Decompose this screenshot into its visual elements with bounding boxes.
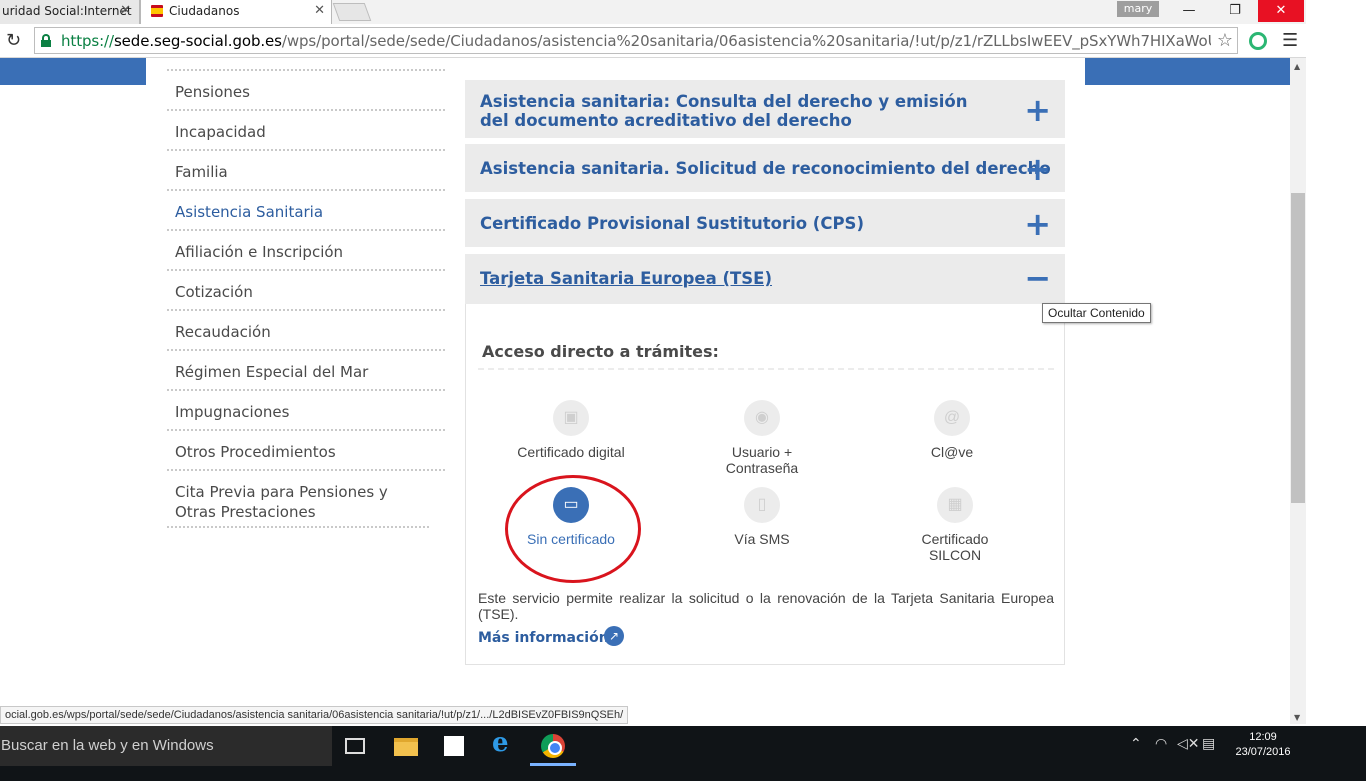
sidebar-item-incapacidad[interactable]: Incapacidad (167, 122, 445, 151)
wifi-icon[interactable]: ◠ (1155, 736, 1167, 752)
lock-icon (41, 34, 51, 47)
accordion-tse[interactable]: Tarjeta Sanitaria Europea (TSE) − (465, 254, 1065, 304)
sidebar-item-pensiones[interactable]: Pensiones (167, 82, 445, 111)
option-sin-certificado[interactable]: ▭ Sin certificado (511, 487, 631, 547)
sidebar-item-regimen-mar[interactable]: Régimen Especial del Mar (167, 362, 445, 391)
tab-strip: uridad Social:Internet ✕ Ciudadanos ✕ ma… (0, 0, 1306, 24)
window-margin (1306, 0, 1366, 726)
option-label: Certificado SILCON (921, 531, 989, 563)
option-certificado-silcon[interactable]: ▦ Certificado SILCON (895, 487, 1015, 563)
header-band (1085, 58, 1290, 85)
option-via-sms[interactable]: ▯ Vía SMS (702, 487, 822, 547)
sidebar-item-afiliacion[interactable]: Afiliación e Inscripción (167, 242, 445, 271)
option-clave[interactable]: @ Cl@ve (892, 400, 1012, 460)
taskbar-search-input[interactable]: Buscar en la web y en Windows (0, 726, 332, 766)
certificate-icon: ▣ (553, 400, 589, 436)
menu-icon[interactable]: ☰ (1282, 30, 1298, 51)
expand-icon[interactable]: + (1024, 208, 1051, 240)
tab-ciudadanos[interactable]: Ciudadanos ✕ (140, 0, 332, 24)
task-view-icon[interactable] (345, 738, 365, 754)
chrome-icon[interactable] (541, 734, 565, 758)
header-band (0, 58, 146, 85)
scroll-up-arrow-icon[interactable]: ▲ (1294, 62, 1300, 71)
expand-icon[interactable]: + (1024, 153, 1051, 185)
bookmark-star-icon[interactable]: ☆ (1217, 30, 1233, 51)
browser-toolbar: ↻ https://sede.seg-social.gob.es/wps/por… (0, 24, 1306, 58)
accordion-title[interactable]: Asistencia sanitaria. Solicitud de recon… (480, 159, 1051, 178)
option-certificado-digital[interactable]: ▣ Certificado digital (511, 400, 631, 460)
new-tab-button[interactable] (332, 3, 372, 21)
scroll-down-arrow-icon[interactable]: ▼ (1294, 713, 1300, 722)
option-label: Certificado digital (517, 444, 625, 460)
chevron-up-icon[interactable]: ⌃ (1130, 736, 1142, 752)
volume-mute-icon[interactable]: ◁✕ (1177, 736, 1200, 752)
status-bar: ocial.gob.es/wps/portal/sede/sede/Ciudad… (0, 706, 629, 724)
option-label: Usuario + Contraseña (725, 444, 799, 476)
address-bar[interactable]: https://sede.seg-social.gob.es/wps/porta… (34, 27, 1238, 54)
laptop-icon: ▭ (553, 487, 589, 523)
accordion-consulta-derecho[interactable]: Asistencia sanitaria: Consulta del derec… (465, 80, 1065, 138)
profile-badge[interactable]: mary (1117, 1, 1159, 17)
option-label: Vía SMS (734, 531, 790, 547)
divider (478, 368, 1054, 370)
close-window-button[interactable]: ✕ (1258, 0, 1304, 22)
user-lock-icon: ◉ (744, 400, 780, 436)
accordion-tse-content: Acceso directo a trámites: ▣ Certificado… (465, 304, 1065, 665)
page-viewport: Pensiones Incapacidad Familia Asistencia… (0, 58, 1290, 706)
expand-icon[interactable]: + (1024, 94, 1051, 126)
tab-title: Ciudadanos (169, 4, 240, 18)
at-sign-icon: @ (934, 400, 970, 436)
close-icon[interactable]: ✕ (314, 0, 325, 22)
clock[interactable]: 12:09 23/07/2016 (1228, 730, 1298, 760)
reload-icon[interactable]: ↻ (6, 30, 21, 51)
tab-title: uridad Social:Internet (2, 4, 132, 18)
service-description: Este servicio permite realizar la solici… (478, 590, 1054, 622)
accordion-solicitud-reconocimiento[interactable]: Asistencia sanitaria. Solicitud de recon… (465, 144, 1065, 192)
scrollbar[interactable]: ▲ ▼ (1290, 58, 1306, 724)
store-icon[interactable] (444, 736, 464, 756)
collapse-icon[interactable]: − (1024, 262, 1051, 294)
tab-seguridad-social[interactable]: uridad Social:Internet ✕ (0, 0, 140, 24)
minimize-button[interactable]: — (1166, 0, 1212, 22)
phone-icon: ▯ (744, 487, 780, 523)
access-heading: Acceso directo a trámites: (482, 342, 719, 361)
close-icon[interactable]: ✕ (120, 0, 131, 22)
option-label: Sin certificado (527, 531, 615, 547)
sidebar-item-otros[interactable]: Otros Procedimientos (167, 442, 445, 471)
url-text[interactable]: https://sede.seg-social.gob.es/wps/porta… (61, 32, 1211, 50)
sidebar-item-recaudacion[interactable]: Recaudación (167, 322, 445, 351)
accordion-cps[interactable]: Certificado Provisional Sustitutorio (CP… (465, 199, 1065, 247)
scroll-thumb[interactable] (1291, 193, 1305, 503)
more-info-link[interactable]: Más información (478, 630, 609, 646)
external-arrow-icon[interactable]: ↗ (604, 626, 624, 646)
accordion-title[interactable]: Tarjeta Sanitaria Europea (TSE) (480, 269, 772, 288)
qr-icon: ▦ (937, 487, 973, 523)
accordion-title[interactable]: Certificado Provisional Sustitutorio (CP… (480, 214, 864, 233)
clock-date: 23/07/2016 (1235, 746, 1291, 758)
sidebar-item-cotizacion[interactable]: Cotización (167, 282, 445, 311)
notification-icon[interactable]: ▤ (1202, 736, 1215, 752)
internet-explorer-icon[interactable]: e (492, 728, 516, 758)
file-explorer-icon[interactable] (394, 738, 418, 756)
taskbar: Buscar en la web y en Windows e ⌃ ◠ ◁✕ ▤… (0, 726, 1366, 781)
spain-flag-icon (151, 5, 163, 17)
option-usuario-contrasena[interactable]: ◉ Usuario + Contraseña (702, 400, 822, 476)
extension-icon[interactable] (1249, 32, 1267, 50)
sidebar-item-cita-previa[interactable]: Cita Previa para Pensiones y Otras Prest… (167, 482, 429, 528)
divider (167, 69, 445, 71)
accordion-title[interactable]: Asistencia sanitaria: Consulta del derec… (480, 92, 1000, 130)
clock-time: 12:09 (1249, 731, 1277, 743)
restore-button[interactable]: ❐ (1212, 0, 1258, 22)
option-label: Cl@ve (930, 444, 974, 460)
sidebar-item-impugnaciones[interactable]: Impugnaciones (167, 402, 445, 431)
active-app-indicator (530, 763, 576, 766)
sidebar-item-familia[interactable]: Familia (167, 162, 445, 191)
tooltip: Ocultar Contenido (1042, 303, 1151, 323)
sidebar-item-asistencia-sanitaria[interactable]: Asistencia Sanitaria (167, 202, 445, 231)
